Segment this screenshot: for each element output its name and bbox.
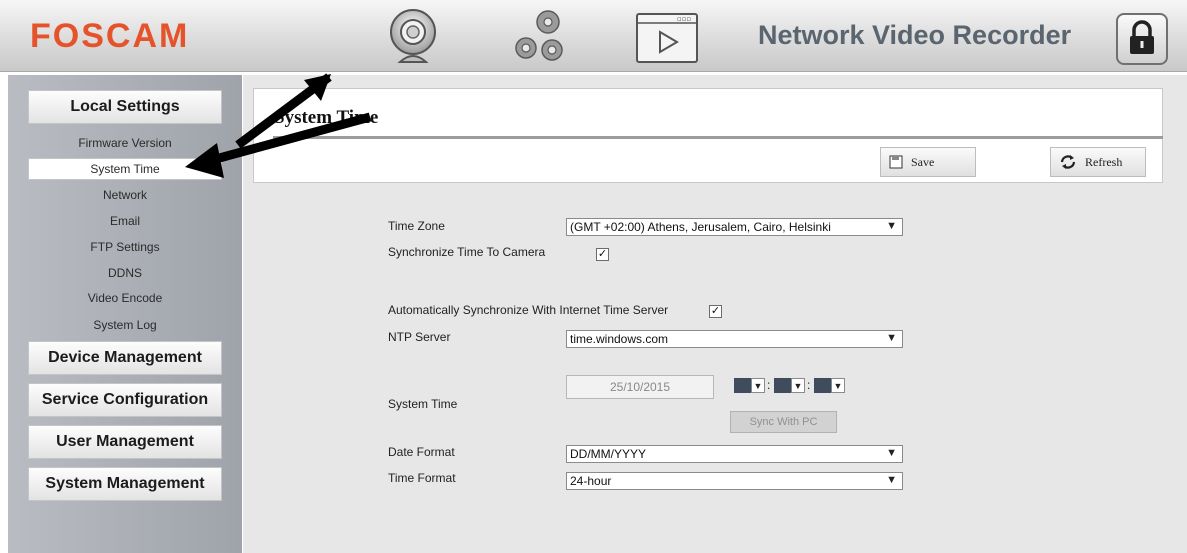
annotation-arrow-icon [185,112,372,178]
annotation-arrows [185,73,372,178]
